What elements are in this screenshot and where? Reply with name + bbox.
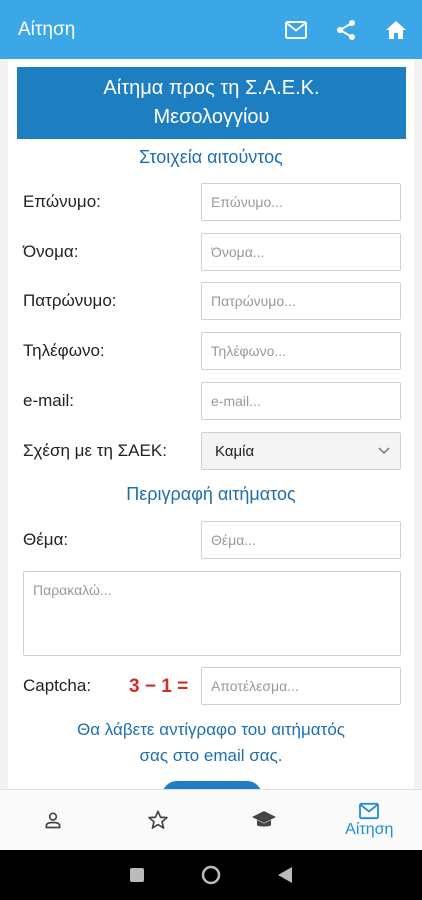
fathers-name-input[interactable] (201, 282, 401, 320)
share-icon (337, 19, 355, 40)
mail-icon (359, 802, 380, 819)
relation-label: Σχέση με τη ΣΑΕΚ: (23, 441, 167, 460)
relation-select[interactable]: Καμία (201, 432, 401, 470)
nav-item-education[interactable] (211, 790, 317, 850)
person-icon (45, 812, 61, 829)
system-home-button[interactable] (201, 865, 221, 885)
circle-home-icon (201, 865, 221, 885)
nav-item-favorites[interactable] (106, 790, 212, 850)
subject-label: Θέμα: (23, 530, 69, 549)
banner-line-1: Αίτημα προς τη Σ.Α.Ε.Κ. (103, 77, 320, 99)
recents-button[interactable] (127, 865, 147, 885)
app-title: Αίτηση (18, 18, 76, 40)
copy-note-line-2: σας στο email σας. (139, 746, 283, 765)
subject-input[interactable] (201, 521, 401, 559)
request-form: Αίτημα προς τη Σ.Α.Ε.Κ. Μεσολογγίου Στοι… (8, 59, 414, 789)
mail-button[interactable] (284, 18, 308, 42)
system-nav-bar (0, 850, 422, 900)
system-back-button[interactable] (275, 865, 295, 885)
email-label: e-mail: (23, 391, 75, 410)
back-triangle-icon (278, 867, 292, 883)
phone-label: Τηλέφωνο: (23, 341, 105, 360)
captcha-answer-input[interactable] (201, 667, 401, 705)
email-input[interactable] (201, 382, 401, 420)
surname-input[interactable] (201, 183, 401, 221)
fathers-name-label: Πατρώνυμο: (23, 291, 117, 310)
submit-button[interactable] (162, 781, 262, 789)
chevron-down-icon (378, 447, 390, 455)
copy-note: Θα λάβετε αντίγραφο του αιτήματός σας στ… (8, 717, 414, 769)
recents-icon (130, 868, 144, 882)
captcha-equation: 3 − 1 = (129, 676, 189, 697)
nav-item-request[interactable]: Αίτηση (317, 790, 422, 850)
star-icon (148, 810, 169, 829)
home-icon (386, 20, 406, 39)
copy-note-line-1: Θα λάβετε αντίγραφο του αιτήματός (77, 720, 345, 739)
request-section-title: Περιγραφή αιτήματος (126, 484, 296, 504)
surname-label: Επώνυμο: (23, 192, 101, 211)
app-bar: Αίτηση (0, 0, 422, 59)
phone-input[interactable] (201, 332, 401, 370)
nav-item-profile[interactable] (0, 790, 106, 850)
share-button[interactable] (334, 18, 358, 42)
home-button[interactable] (384, 18, 408, 42)
app-bar-actions (284, 18, 408, 42)
banner-line-2: Μεσολογγίου (153, 106, 270, 128)
first-name-input[interactable] (201, 233, 401, 271)
request-body-textarea[interactable] (23, 571, 401, 656)
graduation-cap-icon (251, 811, 276, 827)
applicant-section-title: Στοιχεία αιτούντος (139, 147, 283, 167)
nav-item-request-label: Αίτηση (345, 820, 394, 838)
first-name-label: Όνομα: (23, 242, 79, 261)
bottom-nav: Αίτηση (0, 789, 422, 850)
form-banner: Αίτημα προς τη Σ.Α.Ε.Κ. Μεσολογγίου (17, 67, 406, 139)
relation-selected-value: Καμία (215, 442, 255, 460)
mail-icon (285, 20, 307, 39)
